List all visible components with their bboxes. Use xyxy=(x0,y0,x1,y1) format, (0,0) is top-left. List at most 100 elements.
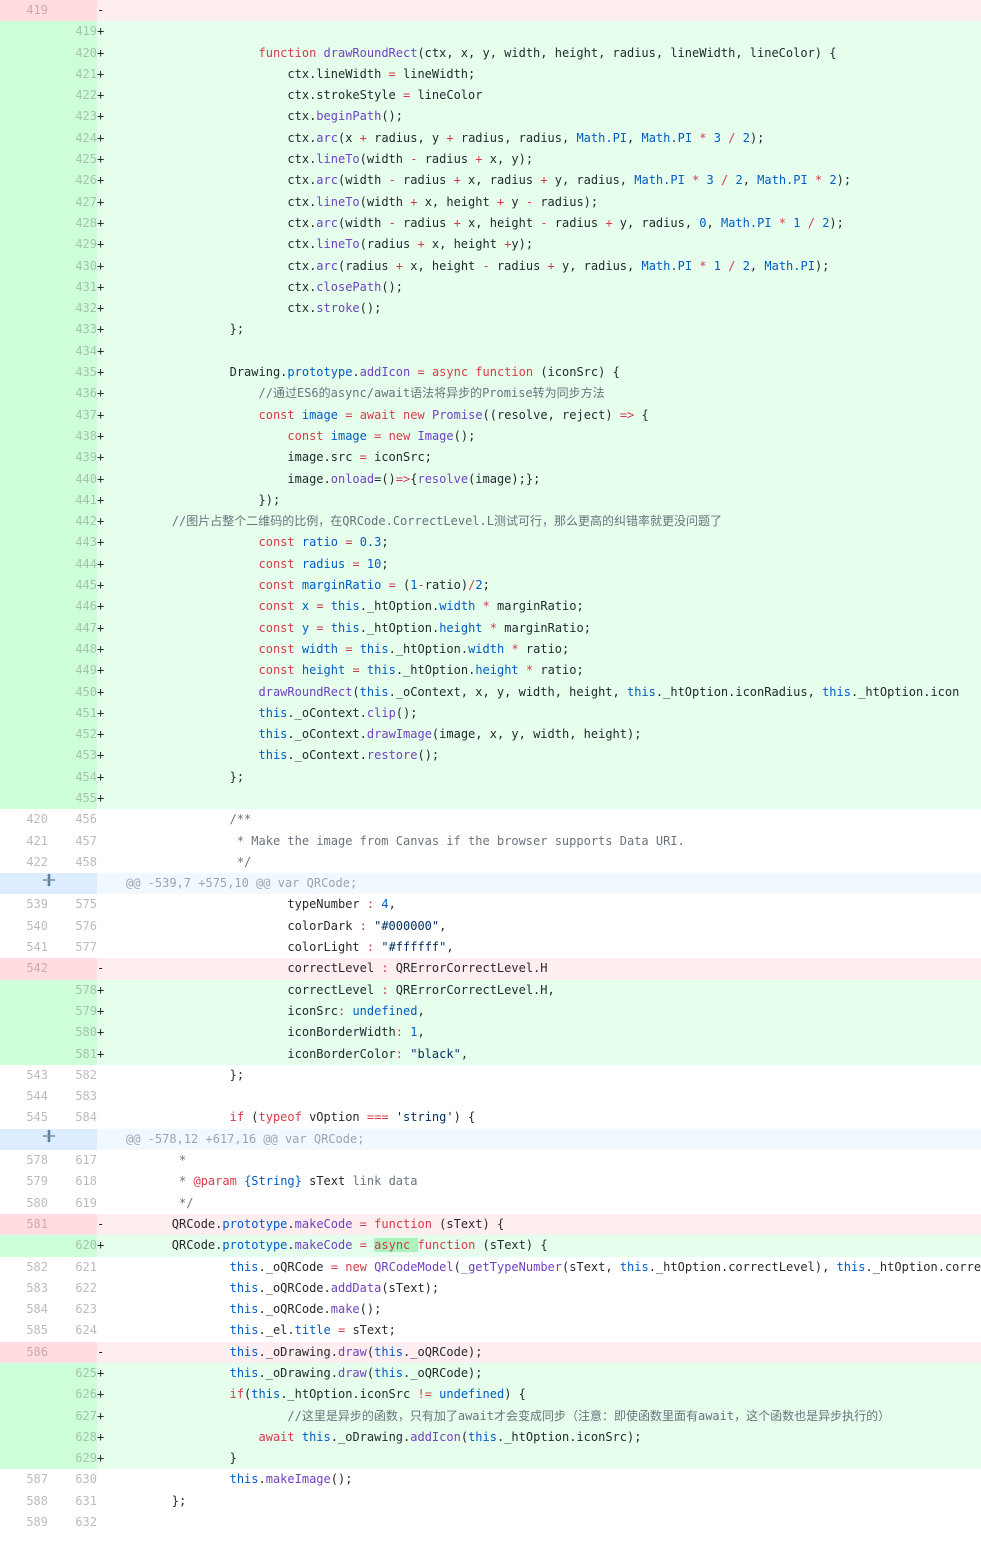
new-line-number[interactable]: 457 xyxy=(48,830,97,852)
code-line[interactable] xyxy=(114,1512,981,1534)
code-line[interactable]: const x = this._htOption.width * marginR… xyxy=(114,596,981,618)
old-line-number[interactable] xyxy=(0,340,48,363)
old-line-number[interactable] xyxy=(0,425,48,448)
new-line-number[interactable]: 442 xyxy=(48,511,97,533)
code-line[interactable]: QRCode.prototype.makeCode = function (sT… xyxy=(114,1213,981,1236)
old-line-number[interactable] xyxy=(0,468,48,490)
new-line-number[interactable]: 438 xyxy=(48,425,97,448)
code-line[interactable]: ctx.arc(x + radius, y + radius, radius, … xyxy=(114,127,981,150)
old-line-number[interactable] xyxy=(0,63,48,86)
old-line-number[interactable]: 585 xyxy=(0,1320,48,1342)
code-line[interactable]: colorDark : "#000000", xyxy=(114,915,981,938)
code-line[interactable]: if (typeof vOption === 'string') { xyxy=(114,1107,981,1129)
code-line[interactable]: }; xyxy=(114,319,981,341)
new-line-number[interactable]: 579 xyxy=(48,1000,97,1023)
old-line-number[interactable] xyxy=(0,319,48,341)
new-line-number[interactable]: 575 xyxy=(48,894,97,916)
old-line-number[interactable] xyxy=(0,1448,48,1470)
old-line-number[interactable] xyxy=(0,234,48,256)
old-line-number[interactable] xyxy=(0,298,48,320)
old-line-number[interactable] xyxy=(0,106,48,128)
code-line[interactable]: this._oContext.drawImage(image, x, y, wi… xyxy=(114,724,981,746)
code-line[interactable]: iconSrc: undefined, xyxy=(114,1000,981,1023)
old-line-number[interactable] xyxy=(0,276,48,299)
old-line-number[interactable] xyxy=(0,1426,48,1449)
new-line-number[interactable]: 628 xyxy=(48,1426,97,1449)
code-line[interactable]: this._oContext.restore(); xyxy=(114,745,981,767)
new-line-number[interactable]: 630 xyxy=(48,1469,97,1491)
code-line[interactable]: drawRoundRect(this._oContext, x, y, widt… xyxy=(114,681,981,703)
code-line[interactable]: const image = new Image(); xyxy=(114,425,981,448)
code-line[interactable]: ctx.arc(radius + x, height - radius + y,… xyxy=(114,255,981,277)
new-line-number[interactable]: 428 xyxy=(48,212,97,235)
code-line[interactable]: const marginRatio = (1-ratio)/2; xyxy=(114,575,981,597)
new-line-number[interactable] xyxy=(48,1341,97,1363)
new-line-number[interactable]: 427 xyxy=(48,191,97,213)
code-line[interactable]: const y = this._htOption.height * margin… xyxy=(114,617,981,639)
code-line[interactable]: Drawing.prototype.addIcon = async functi… xyxy=(114,362,981,384)
old-line-number[interactable] xyxy=(0,489,48,512)
old-line-number[interactable] xyxy=(0,702,48,725)
code-line[interactable]: this._el.title = sText; xyxy=(114,1320,981,1342)
old-line-number[interactable]: 580 xyxy=(0,1192,48,1214)
old-line-number[interactable] xyxy=(0,617,48,639)
old-line-number[interactable] xyxy=(0,362,48,384)
new-line-number[interactable]: 433 xyxy=(48,319,97,341)
old-line-number[interactable]: 587 xyxy=(0,1469,48,1491)
new-line-number[interactable]: 458 xyxy=(48,851,97,874)
old-line-number[interactable] xyxy=(0,681,48,703)
old-line-number[interactable]: 422 xyxy=(0,851,48,874)
new-line-number[interactable]: 432 xyxy=(48,298,97,320)
code-line[interactable]: iconBorderColor: "black", xyxy=(114,1043,981,1065)
old-line-number[interactable] xyxy=(0,170,48,192)
old-line-number[interactable] xyxy=(0,85,48,107)
old-line-number[interactable] xyxy=(0,1363,48,1385)
new-line-number[interactable]: 617 xyxy=(48,1150,97,1172)
code-line[interactable] xyxy=(114,0,981,22)
old-line-number[interactable] xyxy=(0,575,48,597)
code-line[interactable]: const ratio = 0.3; xyxy=(114,532,981,554)
new-line-number[interactable]: 423 xyxy=(48,106,97,128)
code-line[interactable]: * xyxy=(114,1150,981,1172)
old-line-number[interactable] xyxy=(0,383,48,405)
code-line[interactable]: //这里是异步的函数，只有加了await才会变成同步（注意：即使函数里面有awa… xyxy=(114,1405,981,1427)
old-line-number[interactable] xyxy=(0,596,48,618)
old-line-number[interactable]: 421 xyxy=(0,830,48,852)
new-line-number[interactable]: 456 xyxy=(48,809,97,831)
code-line[interactable]: //图片占整个二维码的比例，在QRCode.CorrectLevel.L测试可行… xyxy=(114,511,981,533)
code-line[interactable]: * @param {String} sText link data xyxy=(114,1171,981,1193)
old-line-number[interactable] xyxy=(0,42,48,64)
code-line[interactable]: this._oQRCode.addData(sText); xyxy=(114,1277,981,1300)
new-line-number[interactable] xyxy=(48,1213,97,1236)
code-line[interactable]: //通过ES6的async/await语法将异步的Promise转为同步方法 xyxy=(114,383,981,405)
old-line-number[interactable]: 539 xyxy=(0,894,48,916)
old-line-number[interactable] xyxy=(0,447,48,469)
code-line[interactable]: const radius = 10; xyxy=(114,553,981,576)
old-line-number[interactable] xyxy=(0,1384,48,1406)
old-line-number[interactable] xyxy=(0,1022,48,1044)
new-line-number[interactable]: 435 xyxy=(48,362,97,384)
old-line-number[interactable]: 544 xyxy=(0,1086,48,1108)
new-line-number[interactable]: 629 xyxy=(48,1448,97,1470)
old-line-number[interactable] xyxy=(0,787,48,810)
code-line[interactable]: ctx.lineTo(radius + x, height +y); xyxy=(114,234,981,256)
old-line-number[interactable] xyxy=(0,255,48,277)
new-line-number[interactable]: 441 xyxy=(48,489,97,512)
old-line-number[interactable] xyxy=(0,149,48,171)
new-line-number[interactable]: 448 xyxy=(48,638,97,661)
new-line-number[interactable]: 425 xyxy=(48,149,97,171)
old-line-number[interactable]: 542 xyxy=(0,958,48,980)
code-line[interactable]: ctx.lineWidth = lineWidth; xyxy=(114,63,981,86)
new-line-number[interactable]: 420 xyxy=(48,42,97,64)
code-line[interactable]: }); xyxy=(114,489,981,512)
old-line-number[interactable]: 588 xyxy=(0,1490,48,1513)
code-line[interactable]: this._oDrawing.draw(this._oQRCode); xyxy=(114,1363,981,1385)
new-line-number[interactable]: 625 xyxy=(48,1363,97,1385)
new-line-number[interactable]: 424 xyxy=(48,127,97,150)
new-line-number[interactable] xyxy=(48,0,97,22)
new-line-number[interactable] xyxy=(48,958,97,980)
old-line-number[interactable]: 545 xyxy=(0,1107,48,1129)
code-line[interactable]: ctx.strokeStyle = lineColor xyxy=(114,85,981,107)
old-line-number[interactable]: 419 xyxy=(0,0,48,22)
code-line[interactable]: if(this._htOption.iconSrc != undefined) … xyxy=(114,1384,981,1406)
